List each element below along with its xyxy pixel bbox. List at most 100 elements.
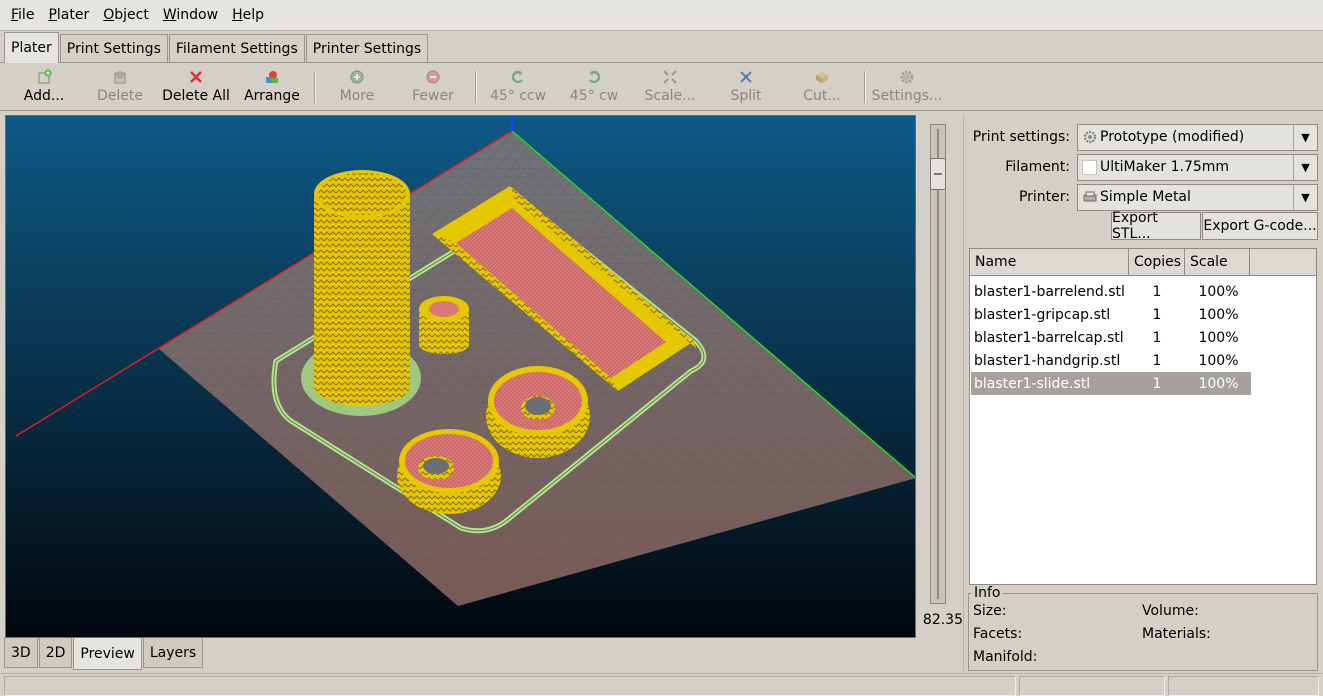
tab-filament-settings[interactable]: Filament Settings — [168, 34, 305, 62]
row-name: blaster1-gripcap.stl — [974, 306, 1111, 323]
rotate-cw-button-label: 45° cw — [569, 88, 619, 104]
remove-copy-icon — [425, 69, 441, 85]
print-settings-select[interactable]: Prototype (modified) ▼ — [1077, 123, 1318, 151]
scale-icon — [662, 69, 678, 85]
print-settings-value: Prototype (modified) — [1100, 129, 1245, 145]
tab-2d[interactable]: 2D — [38, 638, 73, 668]
delete-all-button[interactable]: Delete All — [158, 63, 234, 111]
table-row-selected[interactable]: blaster1-slide.stl 1 100% — [971, 372, 1316, 395]
object-list-header: Name Copies Scale — [970, 249, 1316, 276]
rotate-ccw-button[interactable]: 45° ccw — [480, 63, 556, 111]
row-name: blaster1-barrelend.stl — [974, 283, 1125, 300]
tab-preview[interactable]: Preview — [73, 638, 142, 670]
menu-object[interactable]: Object — [96, 7, 156, 23]
3d-preview-canvas[interactable] — [5, 115, 916, 638]
scale-button[interactable]: Scale... — [632, 63, 708, 111]
small-ring-object — [419, 296, 469, 354]
tab-3d[interactable]: 3D — [4, 638, 38, 668]
delete-button[interactable]: Delete — [82, 63, 158, 111]
toolbar-separator — [864, 71, 865, 103]
column-name[interactable]: Name — [970, 249, 1129, 275]
layer-slider-groove — [937, 129, 939, 599]
column-copies[interactable]: Copies — [1129, 249, 1185, 275]
arrange-button[interactable]: Arrange — [234, 63, 310, 111]
menu-help[interactable]: Help — [225, 7, 271, 23]
filament-select[interactable]: UltiMaker 1.75mm ▼ — [1077, 153, 1318, 181]
object-list[interactable]: Name Copies Scale blaster1-barrelend.stl… — [969, 248, 1317, 585]
toolbar-separator — [314, 71, 315, 103]
delete-all-button-label: Delete All — [162, 88, 230, 104]
chevron-down-icon[interactable]: ▼ — [1293, 184, 1317, 210]
scale-button-label: Scale... — [644, 88, 696, 104]
menu-plater[interactable]: Plater — [41, 7, 96, 23]
layer-slider-track[interactable] — [930, 124, 946, 604]
printer-row: Printer: Simple Metal ▼ — [964, 183, 1323, 211]
status-text-area — [4, 676, 1016, 696]
tab-plater[interactable]: Plater — [4, 32, 59, 63]
add-button-label: Add... — [23, 88, 65, 104]
arrange-icon — [264, 69, 280, 85]
delete-button-label: Delete — [97, 88, 143, 104]
column-scale[interactable]: Scale — [1185, 249, 1250, 275]
fewer-button-label: Fewer — [412, 88, 454, 104]
table-row[interactable]: blaster1-barrelcap.stl 1 100% — [971, 326, 1316, 349]
cut-button[interactable]: Cut... — [784, 63, 860, 111]
menu-plater-mnemonic: P — [48, 7, 57, 23]
more-button[interactable]: More — [319, 63, 395, 111]
menu-window-label: indow — [176, 7, 219, 23]
info-materials-label: Materials: — [1142, 626, 1211, 642]
cut-icon — [814, 69, 830, 85]
menu-help-label: elp — [242, 7, 264, 23]
split-button[interactable]: Split — [708, 63, 784, 111]
cut-button-label: Cut... — [803, 88, 841, 104]
tab-layers[interactable]: Layers — [142, 638, 204, 668]
row-scale: 100% — [1198, 306, 1239, 323]
delete-all-icon — [188, 69, 204, 85]
filament-value: UltiMaker 1.75mm — [1100, 159, 1230, 175]
menu-window[interactable]: Window — [156, 7, 225, 23]
tab-printer-settings[interactable]: Printer Settings — [305, 34, 429, 62]
menu-window-mnemonic: W — [162, 7, 177, 23]
row-copies: 1 — [1152, 329, 1162, 346]
rotate-cw-button[interactable]: 45° cw — [556, 63, 632, 111]
rotate-ccw-icon — [510, 69, 526, 85]
split-icon — [738, 69, 754, 85]
column-filler — [1250, 249, 1314, 275]
rotate-ccw-button-label: 45° ccw — [489, 88, 547, 104]
printer-icon — [1082, 189, 1098, 205]
fewer-button[interactable]: Fewer — [395, 63, 471, 111]
menu-file[interactable]: File — [4, 7, 41, 23]
settings-panel: Print settings: Prototype (modified) ▼ F… — [963, 115, 1323, 671]
tab-print-settings[interactable]: Print Settings — [59, 34, 168, 62]
layer-slider-handle[interactable] — [930, 158, 946, 190]
row-name: blaster1-barrelcap.stl — [974, 329, 1124, 346]
status-extra-area — [1168, 676, 1319, 696]
gear-icon — [1082, 129, 1098, 145]
print-settings-label: Print settings: — [972, 129, 1070, 145]
view-tabs: 3D 2D Preview Layers — [4, 638, 204, 670]
chevron-down-icon[interactable]: ▼ — [1293, 124, 1317, 150]
menu-help-mnemonic: H — [232, 7, 243, 23]
row-copies: 1 — [1152, 375, 1162, 392]
add-object-icon — [36, 69, 52, 85]
chevron-down-icon[interactable]: ▼ — [1293, 154, 1317, 180]
status-bar — [0, 673, 1323, 696]
table-row[interactable]: blaster1-barrelend.stl 1 100% — [971, 280, 1316, 303]
menu-bar: File Plater Object Window Help — [0, 0, 1323, 31]
info-manifold-label: Manifold: — [973, 649, 1038, 665]
menu-object-mnemonic: O — [103, 7, 115, 23]
row-scale: 100% — [1198, 329, 1239, 346]
arrange-button-label: Arrange — [244, 88, 300, 104]
more-button-label: More — [339, 88, 375, 104]
menu-plater-label: later — [56, 7, 90, 23]
menu-object-label: bject — [114, 7, 149, 23]
printer-select[interactable]: Simple Metal ▼ — [1077, 183, 1318, 211]
printer-label: Printer: — [1018, 189, 1070, 205]
table-row[interactable]: blaster1-handgrip.stl 1 100% — [971, 349, 1316, 372]
table-row[interactable]: blaster1-gripcap.stl 1 100% — [971, 303, 1316, 326]
add-button[interactable]: Add... — [6, 63, 82, 111]
object-settings-button[interactable]: Settings... — [869, 63, 945, 111]
export-stl-button[interactable]: Export STL... — [1111, 210, 1201, 242]
row-name: blaster1-slide.stl — [974, 375, 1091, 392]
export-gcode-button[interactable]: Export G-code... — [1202, 212, 1318, 240]
